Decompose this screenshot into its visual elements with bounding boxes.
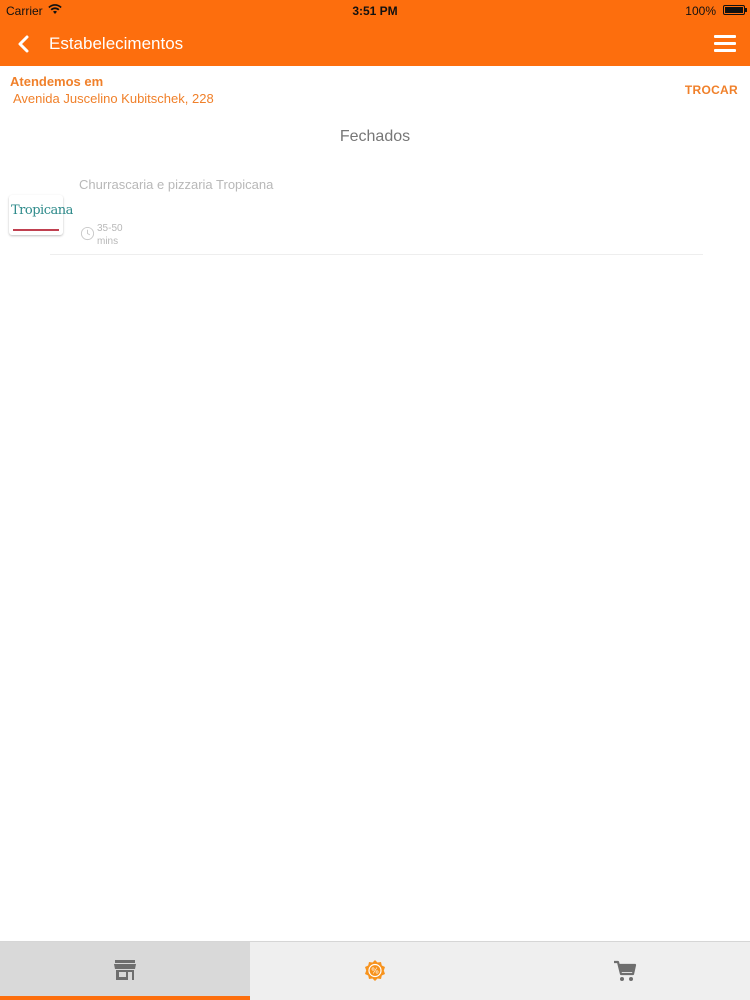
change-address-button[interactable]: TROCAR	[685, 83, 738, 97]
store-name: Churrascaria e pizzaria Tropicana	[79, 177, 274, 192]
delivery-time-unit: mins	[97, 236, 119, 247]
delivery-time: 35-50 mins	[97, 222, 123, 248]
cart-icon	[614, 960, 637, 981]
battery-percentage: 100%	[685, 4, 716, 18]
delivery-time-range: 35-50	[97, 223, 123, 234]
battery-icon	[723, 5, 747, 15]
page-title: Estabelecimentos	[49, 34, 184, 53]
list-item[interactable]: Tropicana Churrascaria e pizzaria Tropic…	[0, 165, 750, 255]
tab-stores[interactable]	[0, 942, 250, 1000]
store-logo-text: Tropicana	[11, 203, 73, 218]
store-logo: Tropicana	[9, 195, 73, 235]
store-icon	[114, 960, 136, 980]
delivery-address-bar: Atendemos em Avenida Juscelino Kubitsche…	[0, 66, 750, 116]
address-value: Avenida Juscelino Kubitschek, 228	[13, 91, 214, 106]
chevron-left-icon[interactable]	[14, 33, 34, 55]
tab-promotions[interactable]: %	[250, 942, 500, 1000]
hamburger-menu-icon[interactable]	[714, 35, 736, 53]
clock-icon	[80, 226, 95, 241]
navigation-bar: Estabelecimentos	[0, 22, 750, 66]
status-bar: Carrier 3:51 PM 100%	[0, 0, 750, 22]
address-label: Atendemos em	[10, 74, 104, 89]
row-divider	[50, 254, 703, 255]
top-bar: Carrier 3:51 PM 100% Estabelecimentos	[0, 0, 750, 66]
tab-cart[interactable]	[500, 942, 750, 1000]
discount-badge-icon: %	[365, 960, 385, 981]
tab-bar: %	[0, 941, 750, 1000]
active-tab-indicator	[0, 996, 250, 1000]
screen: Carrier 3:51 PM 100% Estabelecimentos At…	[0, 0, 750, 1000]
clock-time: 3:51 PM	[352, 4, 398, 18]
svg-text:%: %	[371, 967, 379, 976]
section-title: Fechados	[339, 128, 411, 145]
